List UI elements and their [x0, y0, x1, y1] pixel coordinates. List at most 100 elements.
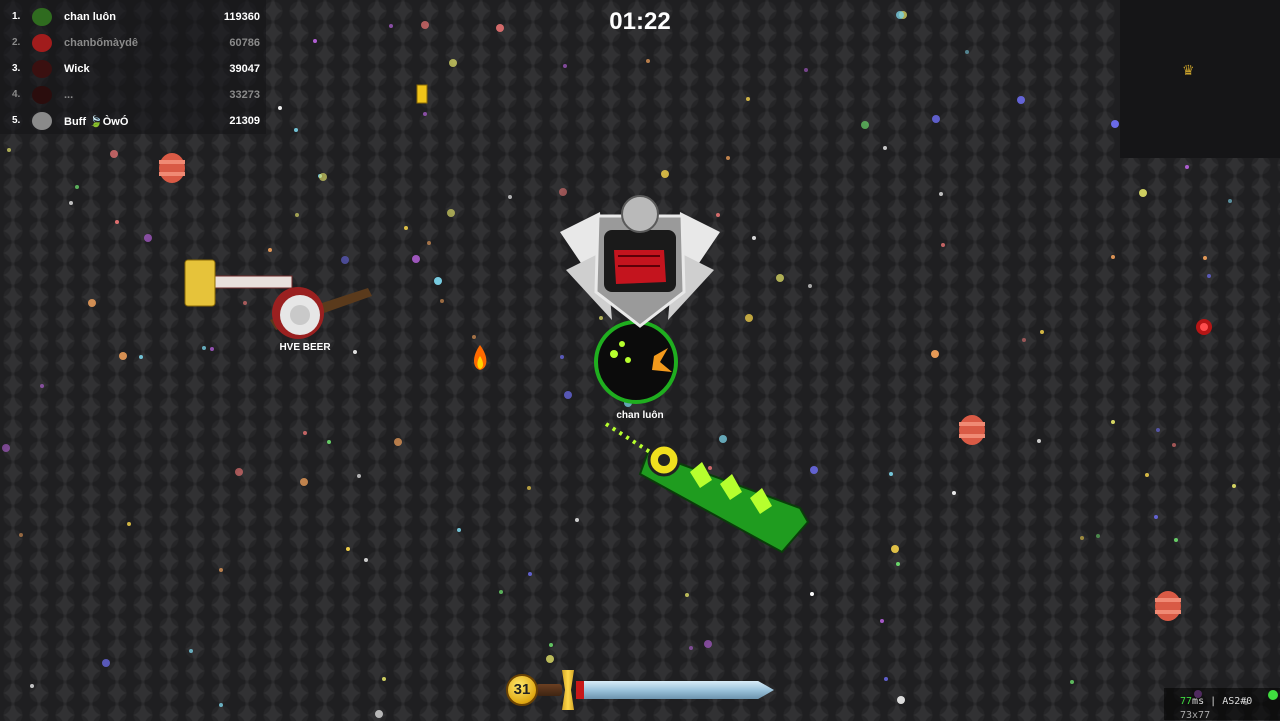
gold-bar-icon — [416, 84, 428, 104]
food-orb — [472, 335, 476, 339]
food-orb — [412, 255, 420, 263]
connection-indicator — [1268, 690, 1278, 700]
food-orb — [939, 192, 943, 196]
food-orb — [646, 59, 650, 63]
avatar — [32, 34, 52, 52]
food-orb — [752, 236, 756, 240]
food-orb — [1111, 255, 1115, 259]
food-orb — [508, 195, 512, 199]
food-orb — [278, 106, 282, 110]
food-orb — [394, 438, 402, 446]
food-orb — [2, 444, 10, 452]
barrel-icon — [159, 153, 185, 183]
leaderboard-score: 39047 — [229, 63, 260, 75]
food-orb — [689, 646, 693, 650]
food-orb — [1037, 439, 1041, 443]
leaderboard-row: 4. ... 33273 — [0, 82, 266, 108]
leaderboard-rank: 4. — [12, 89, 21, 100]
food-orb — [599, 316, 603, 320]
food-orb — [1203, 256, 1207, 260]
food-orb — [564, 391, 572, 399]
crown-icon: ♛ — [1182, 62, 1195, 78]
food-orb — [1185, 165, 1189, 169]
food-orb — [303, 431, 307, 435]
server-name: AS2#0 — [1222, 696, 1253, 707]
food-orb — [560, 355, 564, 359]
food-orb — [745, 314, 753, 322]
leaderboard: 1. chan luôn 119360 2. chanbốmàydê 60786… — [0, 0, 266, 134]
food-orb — [294, 128, 298, 132]
food-orb — [889, 472, 893, 476]
food-orb — [575, 518, 579, 522]
food-orb — [382, 677, 386, 681]
food-orb — [115, 220, 119, 224]
food-orb — [1172, 443, 1176, 447]
food-orb — [7, 148, 11, 152]
food-orb — [661, 170, 669, 178]
leaderboard-rank: 3. — [12, 63, 21, 74]
food-orb — [1111, 420, 1115, 424]
latency-value: 77 — [1180, 696, 1193, 707]
food-orb — [891, 545, 899, 553]
food-orb — [327, 440, 331, 444]
food-orb — [404, 226, 408, 230]
food-orb — [313, 39, 317, 43]
food-orb — [880, 619, 884, 623]
food-orb — [804, 68, 808, 72]
xp-bar: 31 — [506, 668, 782, 712]
food-orb — [1080, 536, 1084, 540]
enemy-player[interactable]: HVE BEER — [184, 259, 372, 353]
leaderboard-name: chanbốmàydê — [64, 37, 138, 49]
food-orb — [883, 146, 887, 150]
food-orb — [1017, 96, 1025, 104]
leaderboard-name: ... — [64, 89, 74, 101]
food-orb — [546, 655, 554, 663]
food-orb — [189, 649, 193, 653]
food-orb — [102, 659, 110, 667]
food-orb — [295, 213, 299, 217]
food-orb — [346, 547, 350, 551]
food-orb — [268, 248, 272, 252]
food-orb — [1022, 338, 1026, 342]
player-character[interactable]: chan luôn — [560, 195, 810, 554]
food-orb — [139, 355, 143, 359]
food-orb — [719, 435, 727, 443]
food-orb — [1207, 274, 1211, 278]
fist-emblem-icon — [560, 195, 720, 328]
food-orb — [300, 478, 308, 486]
food-orb — [88, 299, 96, 307]
food-orb — [746, 97, 750, 101]
food-orb — [423, 112, 427, 116]
leaderboard-score: 21309 — [229, 115, 260, 127]
food-orb — [896, 562, 900, 566]
food-orb — [341, 256, 349, 264]
food-orb — [1156, 428, 1160, 432]
food-orb — [389, 24, 393, 28]
food-orb — [210, 347, 214, 351]
leaderboard-rank: 2. — [12, 37, 21, 48]
food-orb — [931, 350, 939, 358]
leaderboard-score: 33273 — [229, 89, 260, 101]
food-orb — [243, 301, 247, 305]
food-orb — [776, 274, 784, 282]
leaderboard-row: 1. chan luôn 119360 — [0, 4, 266, 30]
map-coords: 73x77 — [1180, 710, 1211, 721]
leaderboard-rank: 1. — [12, 11, 21, 22]
food-orb — [144, 234, 152, 242]
avatar — [32, 86, 52, 104]
food-orb — [1228, 199, 1232, 203]
separator: | — [1210, 696, 1217, 707]
food-orb — [897, 696, 905, 704]
leaderboard-rank: 5. — [12, 115, 21, 126]
latency-unit: ms — [1192, 696, 1205, 707]
food-orb — [1154, 515, 1158, 519]
food-orb — [440, 299, 444, 303]
hammer-icon — [184, 259, 216, 307]
food-orb — [716, 213, 720, 217]
player-name: chan luôn — [616, 410, 663, 421]
avatar — [32, 112, 52, 130]
food-orb — [127, 522, 131, 526]
food-orb — [110, 150, 118, 158]
match-timer: 01:22 — [609, 8, 671, 35]
food-orb — [810, 592, 814, 596]
